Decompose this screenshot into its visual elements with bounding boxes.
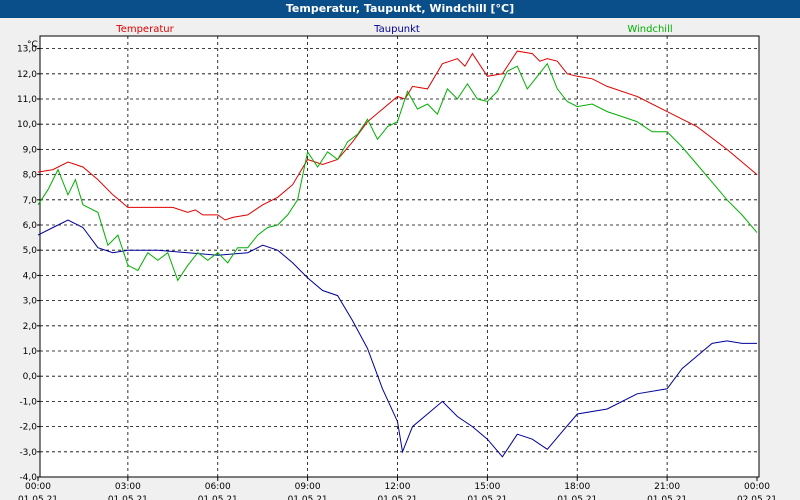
- y-tick-label: 3,0: [23, 297, 38, 307]
- y-tick-label: -1,0: [19, 397, 37, 407]
- x-tick-date: 01.05.21: [108, 495, 148, 500]
- x-tick-time: 12:00: [385, 482, 411, 492]
- legend-taupunkt: Taupunkt: [373, 24, 420, 35]
- y-tick-label: 12,0: [17, 70, 37, 80]
- y-tick-label: 9,0: [23, 145, 38, 155]
- x-tick-date: 01.05.21: [288, 495, 328, 500]
- x-tick-time: 03:00: [115, 482, 141, 492]
- x-tick-date: 01.05.21: [377, 495, 417, 500]
- y-tick-label: 2,0: [23, 322, 38, 332]
- plot-area: [39, 35, 760, 478]
- y-unit-label: °C: [27, 40, 38, 50]
- y-tick-label: 4,0: [23, 271, 38, 281]
- x-tick-time: 21:00: [654, 482, 680, 492]
- legend-windchill: Windchill: [627, 24, 672, 35]
- legend-temperatur: Temperatur: [115, 24, 174, 35]
- x-tick-time: 09:00: [295, 482, 321, 492]
- x-tick-date: 02.05.21: [737, 495, 777, 500]
- y-tick-label: 8,0: [23, 171, 38, 181]
- line-chart: 13,012,011,010,09,08,07,06,05,04,03,02,0…: [0, 18, 800, 500]
- x-tick-date: 01.05.21: [18, 495, 58, 500]
- y-tick-label: 6,0: [23, 221, 38, 231]
- y-tick-label: 7,0: [23, 196, 38, 206]
- x-tick-time: 00:00: [744, 482, 770, 492]
- x-tick-date: 01.05.21: [557, 495, 597, 500]
- y-tick-label: -3,0: [19, 448, 37, 458]
- x-tick-time: 18:00: [564, 482, 590, 492]
- window-title: Temperatur, Taupunkt, Windchill [°C]: [0, 0, 800, 18]
- x-tick-time: 00:00: [25, 482, 51, 492]
- y-tick-label: 10,0: [17, 120, 37, 130]
- y-tick-label: -2,0: [19, 423, 37, 433]
- y-tick-label: 11,0: [17, 95, 37, 105]
- y-tick-label: 0,0: [23, 372, 38, 382]
- y-tick-label: 5,0: [23, 246, 38, 256]
- x-tick-date: 01.05.21: [198, 495, 238, 500]
- y-tick-label: 1,0: [23, 347, 38, 357]
- x-tick-date: 01.05.21: [467, 495, 507, 500]
- x-tick-date: 01.05.21: [647, 495, 687, 500]
- x-tick-time: 15:00: [474, 482, 500, 492]
- x-tick-time: 06:00: [205, 482, 231, 492]
